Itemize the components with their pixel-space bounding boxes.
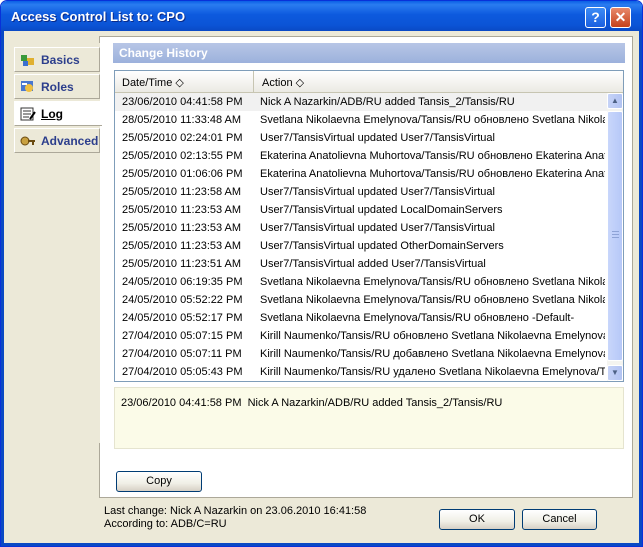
according-to-text: According to: ADB/C=RU [104, 518, 227, 530]
detail-text: 23/06/2010 04:41:58 PM Nick A Nazarkin/A… [121, 397, 503, 409]
row-date: 25/05/2010 11:23:53 AM [122, 222, 242, 234]
copy-button[interactable]: Copy [116, 471, 202, 492]
sidebar-item-label: Advanced [41, 134, 99, 148]
row-action: User7/TansisVirtual updated User7/Tansis… [260, 132, 495, 144]
column-header-action[interactable]: Action ◇ [255, 71, 607, 92]
row-date: 24/05/2010 05:52:17 PM [122, 312, 243, 324]
acl-dialog: Access Control List to: CPO ? ✕ Basics R… [0, 0, 643, 547]
row-action: Svetlana Nikolaevna Emelynova/Tansis/RU … [260, 312, 575, 324]
table-row[interactable]: 27/04/2010 05:07:15 PM Kirill Naumenko/Ta… [115, 327, 607, 345]
title-bar[interactable]: Access Control List to: CPO ? ✕ [1, 1, 642, 31]
row-action: Ekaterina Anatolievna Muhortova/Tansis/R… [260, 150, 605, 162]
row-date: 25/05/2010 11:23:53 AM [122, 204, 242, 216]
change-history-grid[interactable]: Date/Time ◇ Action ◇ 23/06/2010 04:41:58… [114, 70, 624, 382]
table-row[interactable]: 28/05/2010 11:33:48 AM Svetlana Nikolaevn… [115, 111, 607, 129]
cancel-button[interactable]: Cancel [522, 509, 597, 530]
log-icon [20, 107, 36, 121]
grid-header: Date/Time ◇ Action ◇ [115, 71, 623, 93]
vertical-scrollbar[interactable]: ▲ ▼ [607, 93, 623, 381]
table-row[interactable]: 25/05/2010 11:23:51 AM User7/TansisVirtua… [115, 255, 607, 273]
row-date: 25/05/2010 11:23:58 AM [122, 186, 242, 198]
sidebar-item-label: Log [41, 107, 63, 121]
column-header-date[interactable]: Date/Time ◇ [115, 71, 254, 92]
row-date: 25/05/2010 11:23:51 AM [122, 258, 242, 270]
sidebar-item-log[interactable]: Log [14, 101, 102, 126]
table-row[interactable]: 25/05/2010 11:23:53 AM User7/TansisVirtua… [115, 219, 607, 237]
row-date: 25/05/2010 01:06:06 PM [122, 168, 243, 180]
row-date: 23/06/2010 04:41:58 PM [122, 96, 243, 108]
row-date: 27/04/2010 05:07:11 PM [122, 348, 242, 360]
section-title: Change History [113, 43, 625, 63]
row-action: Kirill Naumenko/Tansis/RU удалено Svetla… [260, 366, 605, 378]
row-date: 25/05/2010 11:23:53 AM [122, 240, 242, 252]
table-row[interactable]: 24/05/2010 05:52:22 PM Svetlana Nikolaevn… [115, 291, 607, 309]
table-row[interactable]: 25/05/2010 02:13:55 PM Ekaterina Anatolie… [115, 147, 607, 165]
table-row[interactable]: 23/06/2010 04:41:58 PM Nick A Nazarkin/AD… [115, 93, 607, 111]
sidebar-item-label: Basics [41, 53, 80, 67]
row-action: User7/TansisVirtual updated User7/Tansis… [260, 222, 495, 234]
row-action: Nick A Nazarkin/ADB/RU added Tansis_2/Ta… [260, 96, 515, 108]
table-row[interactable]: 25/05/2010 11:23:53 AM User7/TansisVirtua… [115, 201, 607, 219]
thumb-grip [612, 231, 619, 232]
table-row[interactable]: 25/05/2010 02:24:01 PM User7/TansisVirtua… [115, 129, 607, 147]
ok-button[interactable]: OK [439, 509, 515, 530]
sidebar-item-roles[interactable]: Roles [14, 74, 100, 99]
row-action: User7/TansisVirtual updated User7/Tansis… [260, 186, 495, 198]
detail-pane: 23/06/2010 04:41:58 PM Nick A Nazarkin/A… [114, 387, 624, 449]
close-button[interactable]: ✕ [610, 7, 631, 28]
row-action: Kirill Naumenko/Tansis/RU добавлено Svet… [260, 348, 605, 360]
advanced-icon [20, 134, 36, 148]
last-change-text: Last change: Nick A Nazarkin on 23.06.20… [104, 505, 367, 517]
window-title: Access Control List to: CPO [11, 9, 186, 24]
row-action: Kirill Naumenko/Tansis/RU обновлено Svet… [260, 330, 605, 342]
row-date: 24/05/2010 06:19:35 PM [122, 276, 243, 288]
row-action: Ekaterina Anatolievna Muhortova/Tansis/R… [260, 168, 605, 180]
window-frame-left [1, 31, 4, 546]
table-row[interactable]: 27/04/2010 05:05:43 PM Kirill Naumenko/Ta… [115, 363, 607, 381]
help-icon: ? [591, 9, 600, 25]
row-action: User7/TansisVirtual added User7/TansisVi… [260, 258, 486, 270]
grid-rows: 23/06/2010 04:41:58 PM Nick A Nazarkin/AD… [115, 93, 607, 381]
row-date: 24/05/2010 05:52:22 PM [122, 294, 243, 306]
table-row[interactable]: 25/05/2010 01:06:06 PM Ekaterina Anatolie… [115, 165, 607, 183]
row-action: Svetlana Nikolaevna Emelynova/Tansis/RU … [260, 114, 605, 126]
basics-icon [20, 53, 36, 67]
scroll-thumb[interactable] [607, 111, 623, 361]
scroll-up-button[interactable]: ▲ [607, 93, 623, 109]
sidebar-item-basics[interactable]: Basics [14, 47, 100, 72]
table-row[interactable]: 24/05/2010 05:52:17 PM Svetlana Nikolaevn… [115, 309, 607, 327]
sidebar-nav: Basics Roles Log Advanced [14, 43, 102, 443]
close-icon: ✕ [614, 9, 627, 25]
row-date: 28/05/2010 11:33:48 AM [122, 114, 242, 126]
help-button[interactable]: ? [585, 7, 606, 28]
table-row[interactable]: 25/05/2010 11:23:58 AM User7/TansisVirtua… [115, 183, 607, 201]
thumb-grip [612, 237, 619, 238]
sidebar-item-advanced[interactable]: Advanced [14, 128, 100, 153]
window-frame-bottom [1, 543, 642, 546]
row-action: User7/TansisVirtual updated OtherDomainS… [260, 240, 504, 252]
row-date: 25/05/2010 02:24:01 PM [122, 132, 243, 144]
table-row[interactable]: 24/05/2010 06:19:35 PM Svetlana Nikolaevn… [115, 273, 607, 291]
sidebar-item-label: Roles [41, 80, 74, 94]
thumb-grip [612, 234, 619, 235]
row-action: Svetlana Nikolaevna Emelynova/Tansis/RU … [260, 276, 605, 288]
row-date: 25/05/2010 02:13:55 PM [122, 150, 243, 162]
footer-info: Last change: Nick A Nazarkin on 23.06.20… [104, 505, 366, 531]
row-date: 27/04/2010 05:07:15 PM [122, 330, 243, 342]
row-date: 27/04/2010 05:05:43 PM [122, 366, 243, 378]
table-row[interactable]: 25/05/2010 11:23:53 AM User7/TansisVirtua… [115, 237, 607, 255]
scroll-down-button[interactable]: ▼ [607, 365, 623, 381]
table-row[interactable]: 27/04/2010 05:07:11 PM Kirill Naumenko/Ta… [115, 345, 607, 363]
window-frame-right [639, 31, 642, 546]
row-action: User7/TansisVirtual updated LocalDomainS… [260, 204, 503, 216]
row-action: Svetlana Nikolaevna Emelynova/Tansis/RU … [260, 294, 605, 306]
roles-icon [20, 80, 36, 94]
